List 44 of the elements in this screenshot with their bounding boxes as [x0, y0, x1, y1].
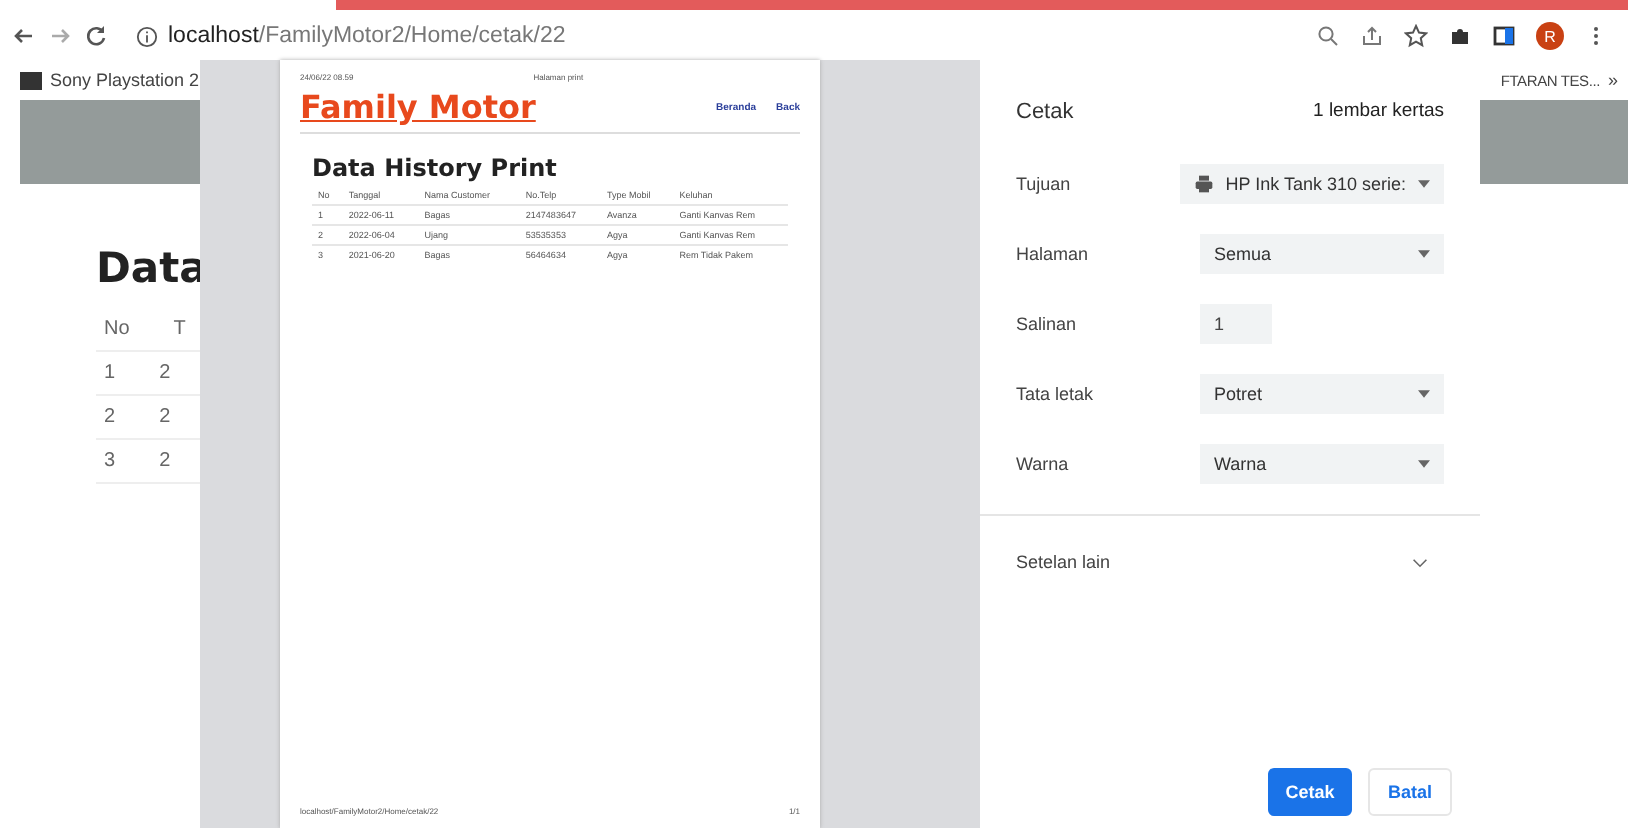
- dropdown[interactable]: HP Ink Tank 310 serie:: [1179, 163, 1444, 203]
- back-icon[interactable]: [12, 24, 36, 48]
- table-cell: 2: [104, 406, 116, 428]
- brand-logo: Family Motor: [300, 88, 536, 126]
- caret-icon: [1418, 249, 1430, 257]
- sidebar-icon[interactable]: [1492, 24, 1516, 48]
- table-cell: 3: [104, 450, 116, 472]
- sheet-count: 1 lembar kertas: [1313, 100, 1444, 124]
- cancel-button[interactable]: Batal: [1368, 768, 1452, 816]
- dropdown[interactable]: Warna: [1200, 443, 1444, 483]
- table-cell: 2: [159, 450, 171, 472]
- more-bookmarks-button[interactable]: »: [1607, 70, 1618, 90]
- url-text: localhost/FamilyMotor2/Home/cetak/22: [168, 24, 566, 48]
- report-heading: Data History Print: [312, 154, 559, 182]
- setting-label: Halaman: [1016, 243, 1091, 263]
- print-button[interactable]: Cetak: [1268, 768, 1352, 816]
- column-header: No: [104, 318, 130, 340]
- setting-label: Tujuan: [1016, 173, 1073, 193]
- caret-icon: [1418, 389, 1430, 397]
- setting-label: Tata letak: [1016, 383, 1096, 403]
- zoom-icon[interactable]: [1316, 24, 1340, 48]
- page-heading: Data: [96, 244, 210, 292]
- share-icon[interactable]: [1360, 24, 1384, 48]
- column-header: T: [173, 318, 186, 340]
- table-cell: 2: [159, 362, 171, 384]
- more-settings-row[interactable]: Setelan lain: [980, 516, 1480, 584]
- info-icon: [136, 25, 158, 47]
- dropdown[interactable]: Semua: [1200, 233, 1444, 273]
- bookmark-item[interactable]: Sony Playstation 2: [20, 70, 200, 90]
- setting-label: Warna: [1016, 453, 1071, 473]
- star-icon[interactable]: [1404, 24, 1428, 48]
- setting-label: Salinan: [1016, 313, 1079, 333]
- reload-icon[interactable]: [84, 24, 108, 48]
- table-cell: 2: [159, 406, 171, 428]
- profile-avatar[interactable]: R: [1536, 22, 1564, 50]
- table-cell: 1: [104, 362, 116, 384]
- bookmark-icon: [20, 71, 42, 89]
- dropdown[interactable]: Potret: [1200, 373, 1444, 413]
- copies-field[interactable]: 1: [1200, 303, 1272, 343]
- printer-icon: [1193, 173, 1214, 193]
- panel-title: Cetak: [1016, 100, 1074, 124]
- caret-icon: [1418, 179, 1430, 187]
- caret-icon: [1418, 459, 1430, 467]
- chevron-icon: [1412, 557, 1428, 567]
